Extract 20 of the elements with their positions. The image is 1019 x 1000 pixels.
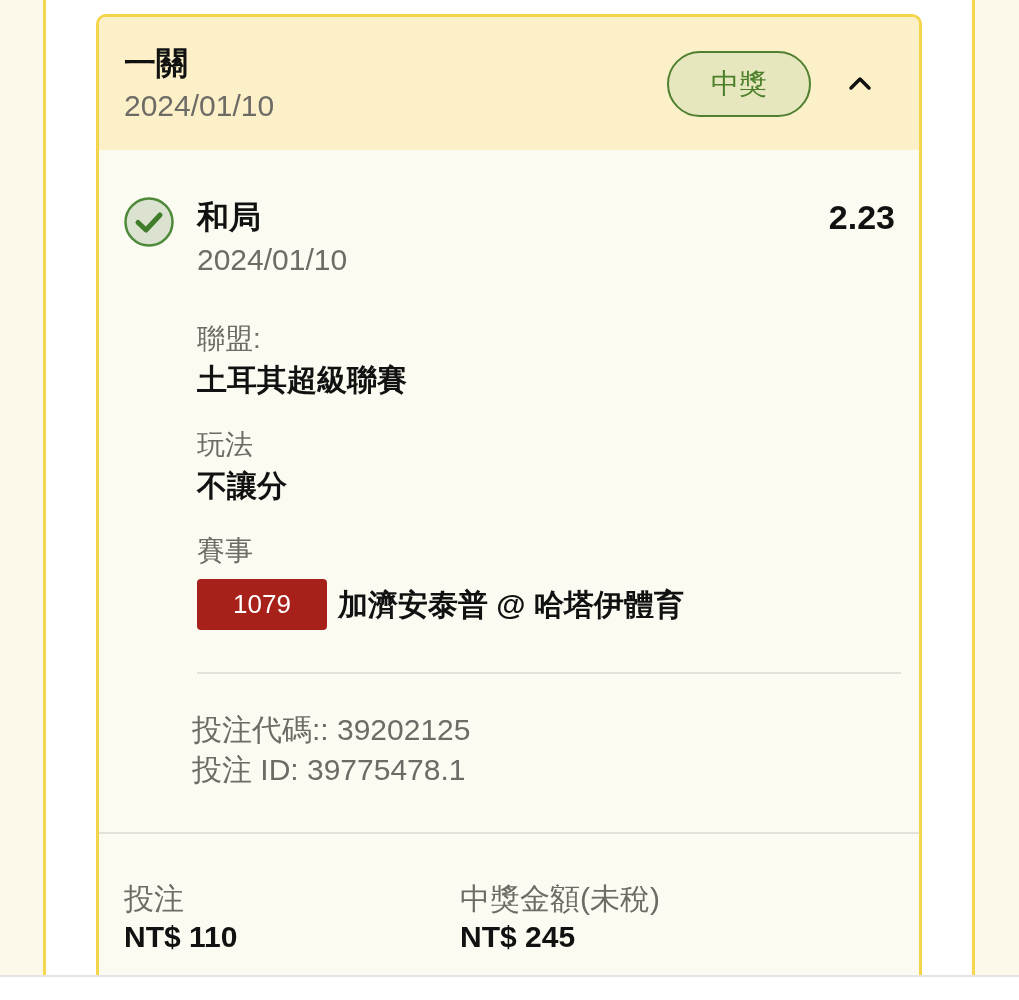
reference-text: 投注 ID: 39775478.1 [192,752,466,788]
selection-name: 和局 [197,198,261,237]
match-name: 加濟安泰普 @ 哈塔伊體育 [338,586,684,623]
selection-date: 2024/01/10 [197,242,348,278]
status-badge: 中獎 [667,50,811,117]
odds-value: 2.23 [828,197,895,237]
detail-label: 聯盟: [197,322,261,356]
chevron-up-icon [848,76,872,91]
detail-label: 玩法 [197,428,253,462]
summary-amount: NT$ 110 [124,919,238,955]
summary-label: 中獎金額(未稅) [460,881,660,917]
reference-text: 投注代碼:: 39202125 [192,712,471,748]
bet-date: 2024/01/10 [124,87,275,124]
match-code-badge: 1079 [197,579,327,630]
detail-label: 賽事 [197,534,253,568]
detail-value: 土耳其超級聯賽 [197,362,407,398]
summary-amount: NT$ 245 [460,919,576,955]
detail-value: 不讓分 [197,468,287,504]
bet-type-title: 一關 [124,43,188,83]
summary-label: 投注 [124,881,184,917]
